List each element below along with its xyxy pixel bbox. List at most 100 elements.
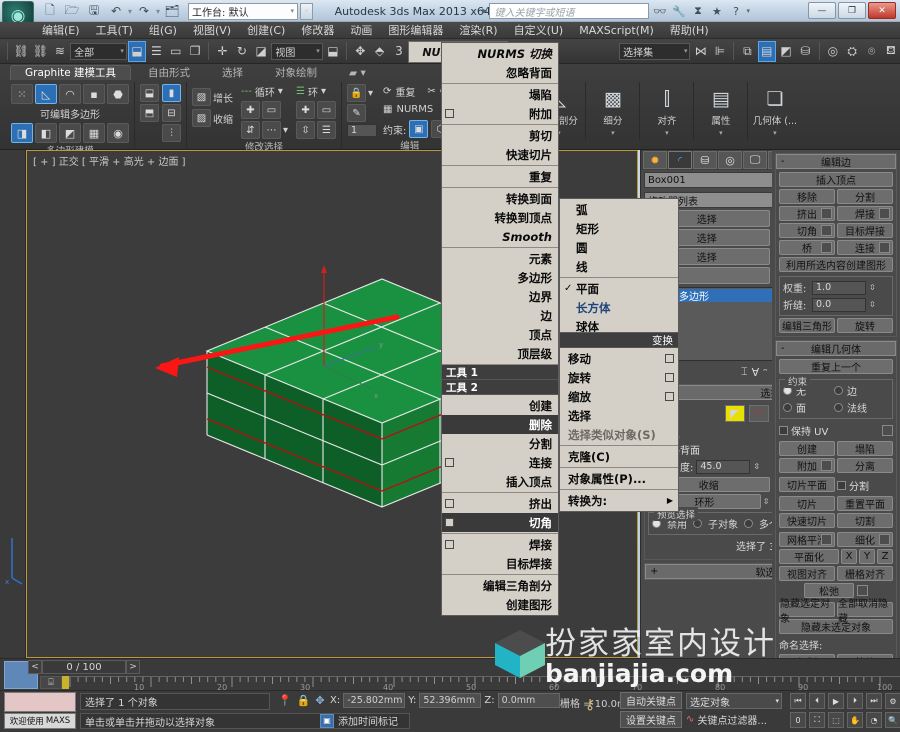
menu-item-target-weld[interactable]: 目标焊接 — [442, 554, 558, 573]
loop-dropdown-icon[interactable]: ▾ — [278, 86, 283, 97]
rendered-frame-window-icon[interactable]: ⌾ — [862, 41, 880, 62]
settings-box-icon[interactable] — [665, 392, 674, 401]
chevron-down-icon[interactable]: ▾ — [611, 129, 615, 137]
menu-item-tools[interactable]: 工具(T) — [88, 22, 141, 39]
extrude-button[interactable]: 挤出 — [779, 206, 835, 221]
meshsmooth-button[interactable]: 网格平滑 — [779, 532, 835, 547]
collapse-stack-icon[interactable]: ⬓ — [140, 84, 159, 102]
by-angle-spinner[interactable]: 45.0 — [696, 459, 751, 474]
menu-item-group[interactable]: 组(G) — [141, 22, 185, 39]
ring-shrink-icon[interactable]: ▭ — [317, 101, 337, 119]
help-icon[interactable]: ? — [727, 3, 744, 19]
detach-button[interactable]: 分离 — [837, 458, 893, 473]
chevron-down-icon[interactable]: ▾ — [719, 129, 723, 137]
menu-item-cut[interactable]: 剪切 — [442, 126, 558, 145]
goto-end-button[interactable]: ⏭ — [866, 693, 882, 709]
loop-grow-icon[interactable]: ✚ — [241, 101, 260, 119]
menu-item-border[interactable]: 边界 — [442, 287, 558, 306]
pin-stack-icon[interactable]: ⊟ — [162, 104, 181, 122]
rectangular-selection-region-icon[interactable]: ▭ — [167, 41, 185, 62]
show-end-result-icon[interactable]: ∀ — [752, 366, 760, 379]
menu-item-polygon[interactable]: 多边形 — [442, 268, 558, 287]
zoom-region-icon[interactable]: ⬚ — [828, 712, 844, 728]
time-tag-icon[interactable]: ▣ — [320, 713, 334, 728]
make-planar-icon[interactable]: ◩ — [59, 123, 81, 143]
repeat-label[interactable]: 重复 — [395, 84, 415, 99]
slice-plane-button[interactable]: 切片平面 — [779, 477, 835, 492]
current-frame-field[interactable]: 0 — [790, 712, 806, 728]
insert-vertex-button[interactable]: 插入顶点 — [779, 172, 893, 187]
rollout-edit-geometry-header[interactable]: - 编辑几何体 — [776, 341, 896, 356]
ribbon-button-geometry[interactable]: ❏ 几何体 (... ▾ — [747, 82, 801, 140]
menu-item-maxscript[interactable]: MAXScript(M) — [571, 22, 662, 39]
menu-item-edit-triangulation[interactable]: 编辑三角剖分 — [442, 576, 558, 595]
paint-deform-icon[interactable]: ✎ — [347, 104, 367, 122]
vertex-icon[interactable]: ⁙ — [11, 84, 33, 104]
attach-button[interactable]: 附加 — [779, 458, 835, 473]
pan-hand-icon[interactable]: ✋ — [847, 712, 863, 728]
select-link-icon[interactable]: ⛓ — [12, 41, 30, 62]
rollout-edit-edges-header[interactable]: - 编辑边 — [776, 154, 896, 169]
grow-icon[interactable]: ▧ — [192, 88, 211, 106]
slice-button[interactable]: 切片 — [779, 496, 835, 511]
split-checkbox[interactable] — [837, 481, 846, 490]
pin-stack-icon[interactable]: 📍 — [278, 694, 292, 707]
select-and-scale-icon[interactable]: ◪ — [252, 41, 270, 62]
settings-box-icon[interactable] — [665, 354, 674, 363]
menu-item-smooth[interactable]: Smooth — [442, 227, 558, 246]
settings-box-icon[interactable] — [445, 499, 454, 508]
lock-icon[interactable]: 🔒 — [347, 84, 367, 102]
dot-loop-dropdown-icon[interactable]: ▾ — [283, 125, 288, 136]
constraint-face-radio[interactable] — [783, 403, 792, 412]
submenu-item-box[interactable]: 长方体 — [560, 298, 678, 317]
constraint-normal-radio[interactable] — [834, 403, 843, 412]
maximize-viewport-icon[interactable]: 🔍 — [885, 712, 900, 728]
chevron-down-icon[interactable]: ▾ — [665, 129, 669, 137]
menu-item-customize[interactable]: 自定义(U) — [506, 22, 572, 39]
time-config-icon[interactable]: ⚙ — [885, 693, 900, 709]
exchange-icon[interactable]: ⧗ — [689, 3, 706, 19]
welcome-badge[interactable]: 欢迎使用 MAXS — [4, 713, 76, 729]
preview-multi-radio[interactable] — [744, 519, 753, 528]
shrink-icon[interactable]: ▨ — [192, 109, 211, 127]
ribbon-options-icon[interactable]: ▰ ▾ — [334, 65, 381, 80]
menu-item-split[interactable]: 分割 — [442, 434, 558, 453]
create-tab[interactable]: ✹ — [643, 151, 667, 169]
ring-grow-icon[interactable]: ✚ — [296, 101, 316, 119]
next-frame-button[interactable]: > — [126, 660, 140, 674]
binoculars-icon[interactable]: 👓 — [651, 3, 668, 19]
motion-tab[interactable]: ◎ — [718, 151, 742, 169]
menu-item-element[interactable]: 元素 — [442, 249, 558, 268]
menu-item-views[interactable]: 视图(V) — [185, 22, 239, 39]
menu-item-modifiers[interactable]: 修改器 — [293, 22, 342, 39]
dot-ring-icon[interactable]: ☰ — [317, 121, 337, 139]
spinner-arrows-icon[interactable]: ⇳ — [869, 283, 876, 292]
make-planar-button[interactable]: 平面化 — [779, 549, 839, 564]
submenu-item-convert-to[interactable]: 转换为: ▶ — [560, 491, 678, 510]
submenu-item-move[interactable]: 移动 — [560, 349, 678, 368]
planar-z-button[interactable]: Z — [877, 549, 893, 564]
vertex-level-icon[interactable]: ◤ — [724, 405, 745, 422]
submenu-item-object-properties[interactable]: 对象属性(P)... — [560, 469, 678, 488]
bridge-settings-icon[interactable] — [821, 242, 832, 253]
absolute-relative-icon[interactable]: ✥ — [315, 694, 324, 707]
menu-item-collapse[interactable]: 塌陷 — [442, 85, 558, 104]
menu-item-delete[interactable]: 删除 — [442, 415, 558, 434]
menu-item-convert-to-vertex[interactable]: 转换到顶点 — [442, 208, 558, 227]
menu-item-edge[interactable]: 边 ✓ — [442, 306, 568, 325]
goto-start-button[interactable]: ⏮ — [790, 693, 806, 709]
configure-stack-icon[interactable]: ⫶ — [162, 124, 181, 142]
mirror-icon[interactable]: ⋈ — [691, 41, 709, 62]
grid-align-button[interactable]: 栅格对齐 — [837, 566, 893, 581]
edge-level-icon[interactable]: ◠ — [748, 405, 769, 422]
element-icon[interactable]: ⬣ — [107, 84, 129, 104]
chevron-down-icon[interactable]: ▾ — [773, 129, 777, 137]
align-grid-icon[interactable]: ▦ — [83, 123, 105, 143]
connect-settings-icon[interactable] — [879, 242, 890, 253]
ribbon-button-align[interactable]: ⫿ 对齐 ▾ — [639, 82, 693, 140]
show-end-result-icon[interactable]: ▮ — [162, 84, 181, 102]
menu-item-repeat[interactable]: 重复 — [442, 167, 558, 186]
preserve-uv-icon[interactable]: ◧ — [35, 123, 57, 143]
ribbon-button-properties[interactable]: ▤ 属性 ▾ — [693, 82, 747, 140]
set-key-button[interactable]: 设置关键点 — [620, 711, 682, 728]
